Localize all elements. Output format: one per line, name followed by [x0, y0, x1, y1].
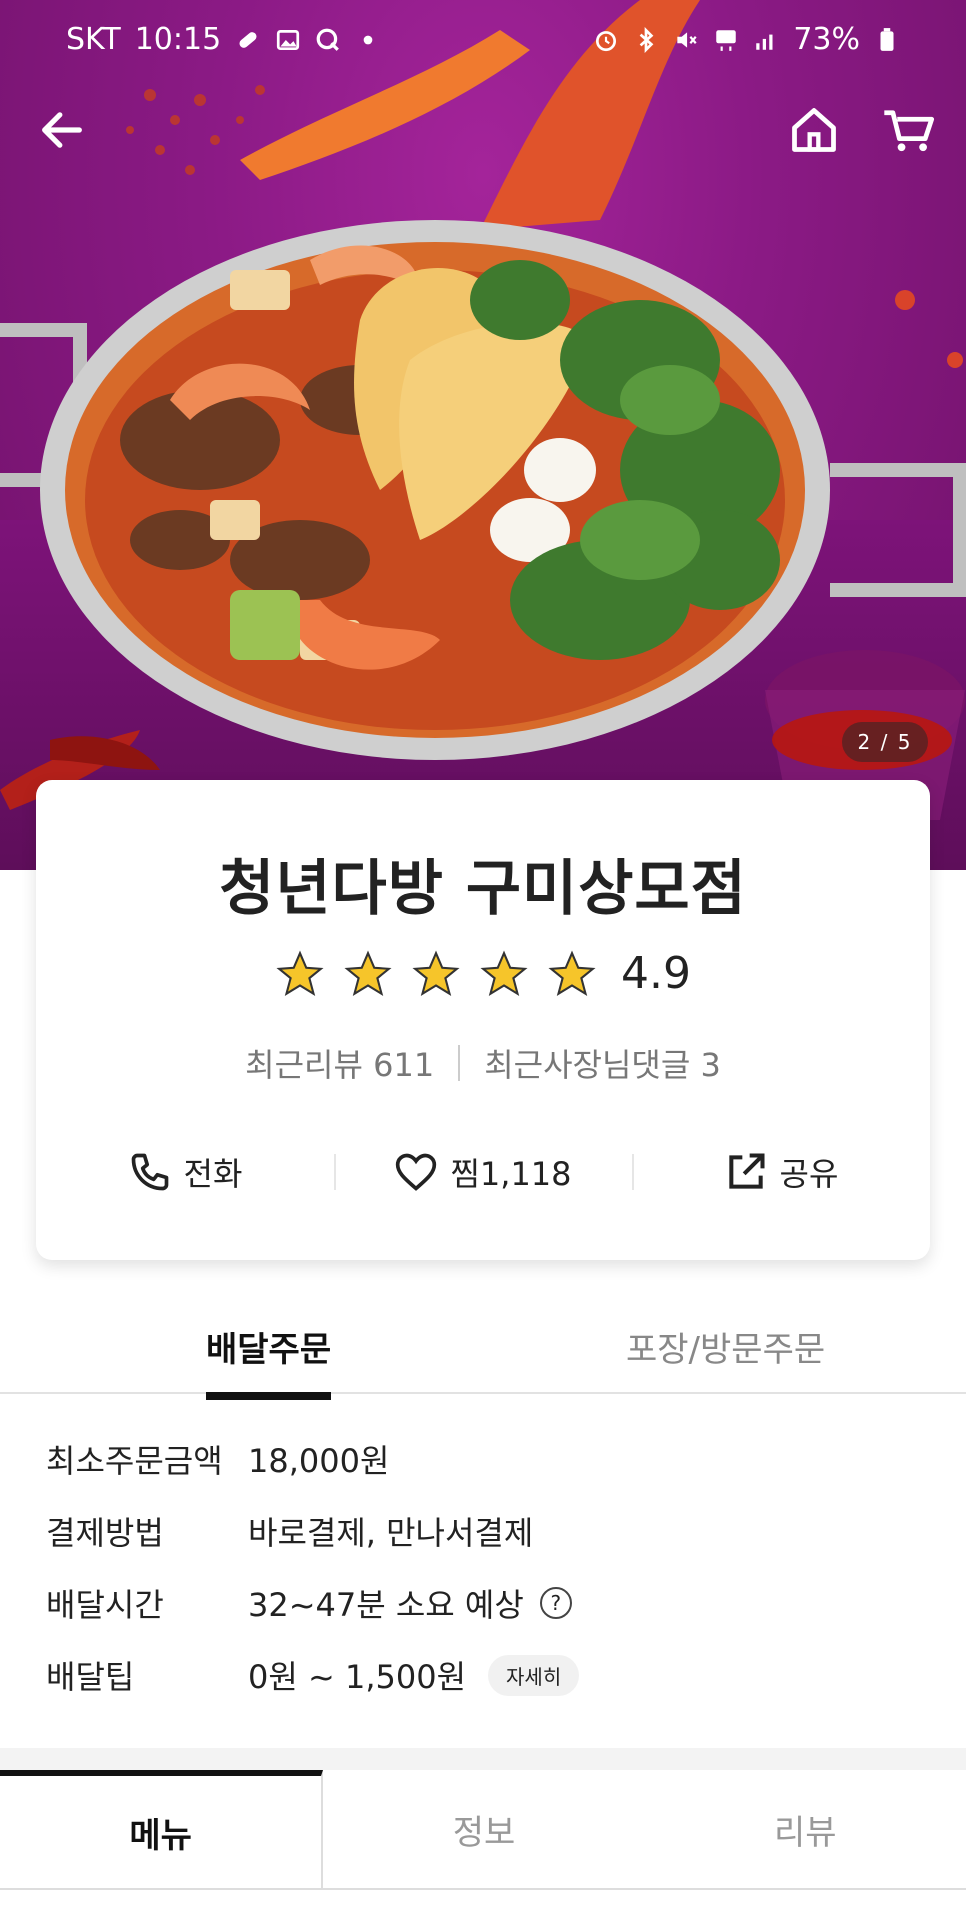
tab-pickup-label: 포장/방문주문: [626, 1330, 826, 1370]
call-label: 전화: [183, 1155, 243, 1193]
delivery-tip-detail-button[interactable]: 자세히: [488, 1654, 580, 1696]
tab-menu[interactable]: 메뉴: [0, 1770, 324, 1888]
call-button[interactable]: 전화: [36, 1142, 334, 1202]
share-icon: [728, 1153, 765, 1189]
like-button[interactable]: 찜1,118: [334, 1142, 632, 1202]
star-icon: [276, 950, 324, 996]
heart-icon: [396, 1153, 437, 1191]
carrier-label: SKT: [66, 22, 121, 57]
order-type-tabs: 배달주문 포장/방문주문: [0, 1300, 966, 1400]
clock: 10:15: [134, 22, 222, 57]
like-label: 찜1,118: [450, 1155, 572, 1193]
delivery-tip-value: 0원 ~ 1,500원: [248, 1658, 467, 1696]
tab-delivery-order[interactable]: 배달주문: [206, 1322, 332, 1400]
payment-value: 바로결제, 만나서결제: [248, 1514, 534, 1552]
delivery-tip-value-group: 0원 ~ 1,500원 자세히: [248, 1652, 580, 1698]
review-divider: [458, 1045, 461, 1081]
tab-pickup-order[interactable]: 포장/방문주문: [626, 1322, 825, 1371]
tab-menu-label: 메뉴: [129, 1815, 192, 1856]
recent-reviews-link[interactable]: 최근리뷰 611: [245, 1040, 434, 1086]
tab-info-label: 정보: [452, 1812, 516, 1853]
delivery-time-value: 32~47분 소요 예상: [248, 1586, 524, 1624]
battery-percent: 73%: [793, 22, 860, 57]
active-tab-underline: [206, 1392, 332, 1400]
star-icon: [344, 950, 392, 996]
bluetooth-icon: [639, 26, 654, 53]
cart-icon[interactable]: [880, 104, 936, 156]
store-content-tabs: 메뉴 정보 리뷰: [0, 1770, 966, 1890]
status-bar: SKT 10:15 73%: [0, 0, 966, 80]
star-icon: [548, 950, 596, 996]
mute-icon: [677, 31, 697, 48]
min-order-label: 최소주문금액: [46, 1442, 223, 1480]
delivery-time-value-group: 32~47분 소요 예상 ?: [248, 1580, 572, 1626]
image-pager: 2 / 5: [842, 722, 928, 762]
tab-delivery-label: 배달주문: [206, 1330, 332, 1370]
delivery-tip-label: 배달팁: [46, 1658, 135, 1696]
phone-icon: [131, 1153, 168, 1191]
store-actions: 전화 찜1,118 공유: [36, 1142, 930, 1202]
store-info-card: 청년다방 구미상모점 4.9 최근리뷰 611 최근사장님댓글 3 전화 찜1,…: [36, 780, 930, 1260]
share-button[interactable]: 공유: [632, 1142, 930, 1202]
section-divider: [0, 1748, 966, 1770]
star-icon: [480, 950, 528, 996]
rating-value: 4.9: [621, 948, 691, 999]
pill-icon: [239, 31, 257, 48]
image-icon: [277, 29, 300, 50]
payment-label: 결제방법: [46, 1514, 164, 1552]
rating-stars: 4.9: [36, 948, 930, 999]
signal-icon: [756, 34, 773, 50]
min-order-value: 18,000원: [248, 1442, 390, 1480]
dot-icon: [363, 35, 373, 44]
q-app-icon: [316, 28, 340, 51]
share-label: 공유: [779, 1155, 839, 1193]
battery-icon: [880, 27, 894, 51]
home-icon[interactable]: [788, 104, 840, 156]
tab-review-label: 리뷰: [774, 1812, 837, 1853]
tab-review[interactable]: 리뷰: [644, 1770, 966, 1888]
star-icon: [412, 950, 460, 996]
back-arrow-icon[interactable]: [36, 104, 88, 156]
alarm-icon: [596, 30, 617, 51]
owner-replies-link[interactable]: 최근사장님댓글 3: [484, 1040, 721, 1086]
delivery-time-label: 배달시간: [46, 1586, 164, 1624]
store-name: 청년다방 구미상모점: [219, 854, 747, 924]
review-summary: 최근리뷰 611 최근사장님댓글 3: [36, 1040, 930, 1086]
help-icon[interactable]: ?: [539, 1587, 572, 1619]
network-5g-icon: [716, 29, 737, 51]
tab-info[interactable]: 정보: [323, 1770, 645, 1888]
